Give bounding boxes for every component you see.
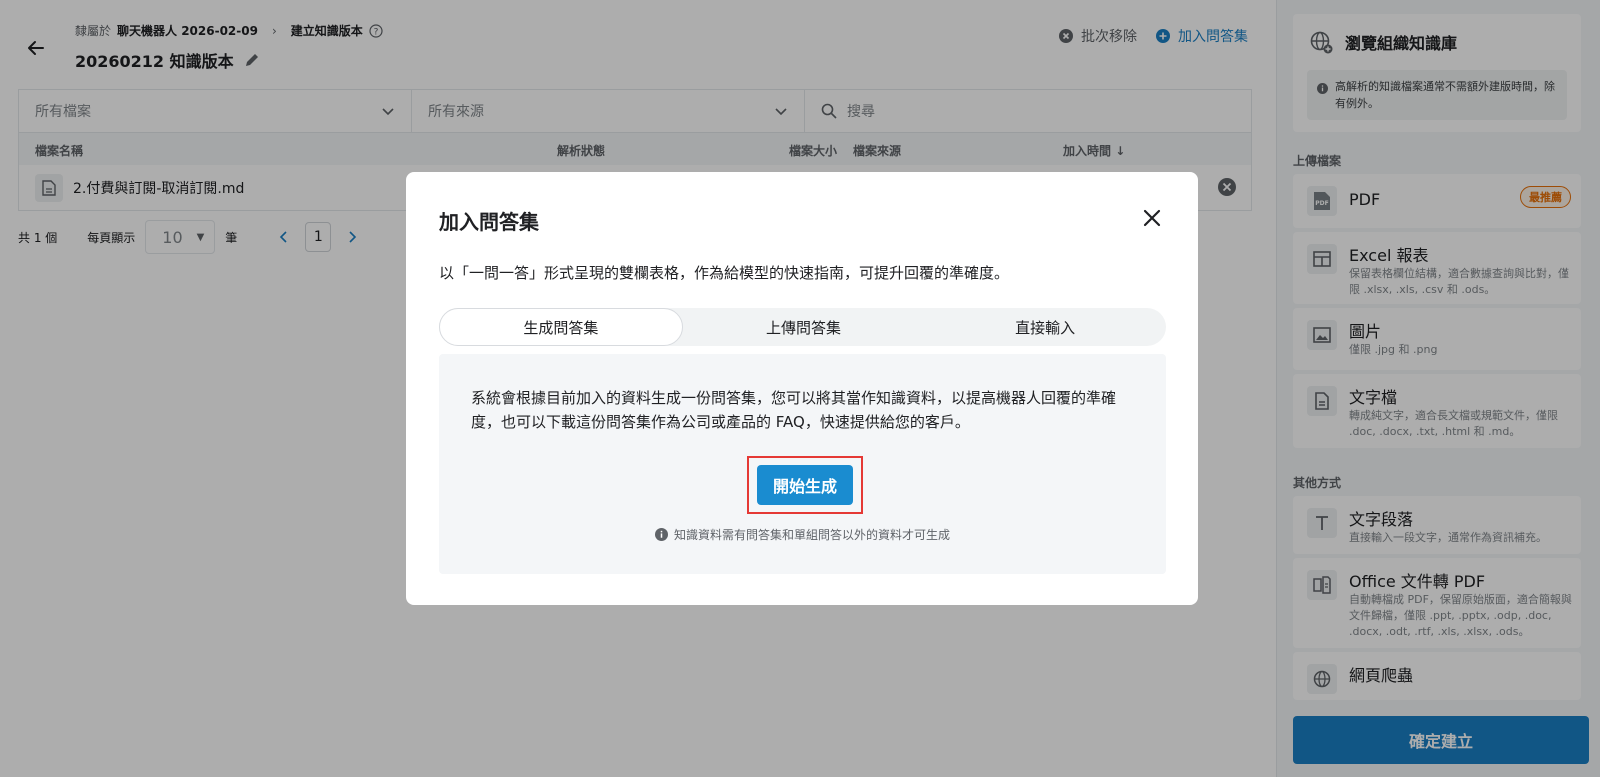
tab-upload-qa[interactable]: 上傳問答集 (683, 308, 925, 346)
generate-qa-panel: 系統會根據目前加入的資料生成一份問答集，您可以將其當作知識資料，以提高機器人回覆… (439, 354, 1166, 574)
generate-note-text: 知識資料需有問答集和單組問答以外的資料才可生成 (673, 528, 950, 542)
close-button[interactable] (1140, 206, 1164, 230)
tab-generate-qa[interactable]: 生成問答集 (439, 308, 683, 346)
highlight-frame: 開始生成 (747, 456, 863, 514)
generate-description: 系統會根據目前加入的資料生成一份問答集，您可以將其當作知識資料，以提高機器人回覆… (471, 389, 1117, 431)
generate-note: 知識資料需有問答集和單組問答以外的資料才可生成 (439, 526, 1166, 543)
qa-tabs: 生成問答集 上傳問答集 直接輸入 (439, 308, 1166, 346)
dialog-title: 加入問答集 (439, 210, 539, 234)
close-icon (1143, 209, 1161, 227)
dialog-description: 以「一問一答」形式呈現的雙欄表格，作為給模型的快速指南，可提升回覆的準確度。 (439, 264, 1010, 282)
tab-direct-input[interactable]: 直接輸入 (924, 308, 1166, 346)
info-icon (654, 528, 668, 541)
start-generate-button[interactable]: 開始生成 (757, 465, 853, 505)
add-qa-dialog: 加入問答集 以「一問一答」形式呈現的雙欄表格，作為給模型的快速指南，可提升回覆的… (406, 172, 1198, 605)
